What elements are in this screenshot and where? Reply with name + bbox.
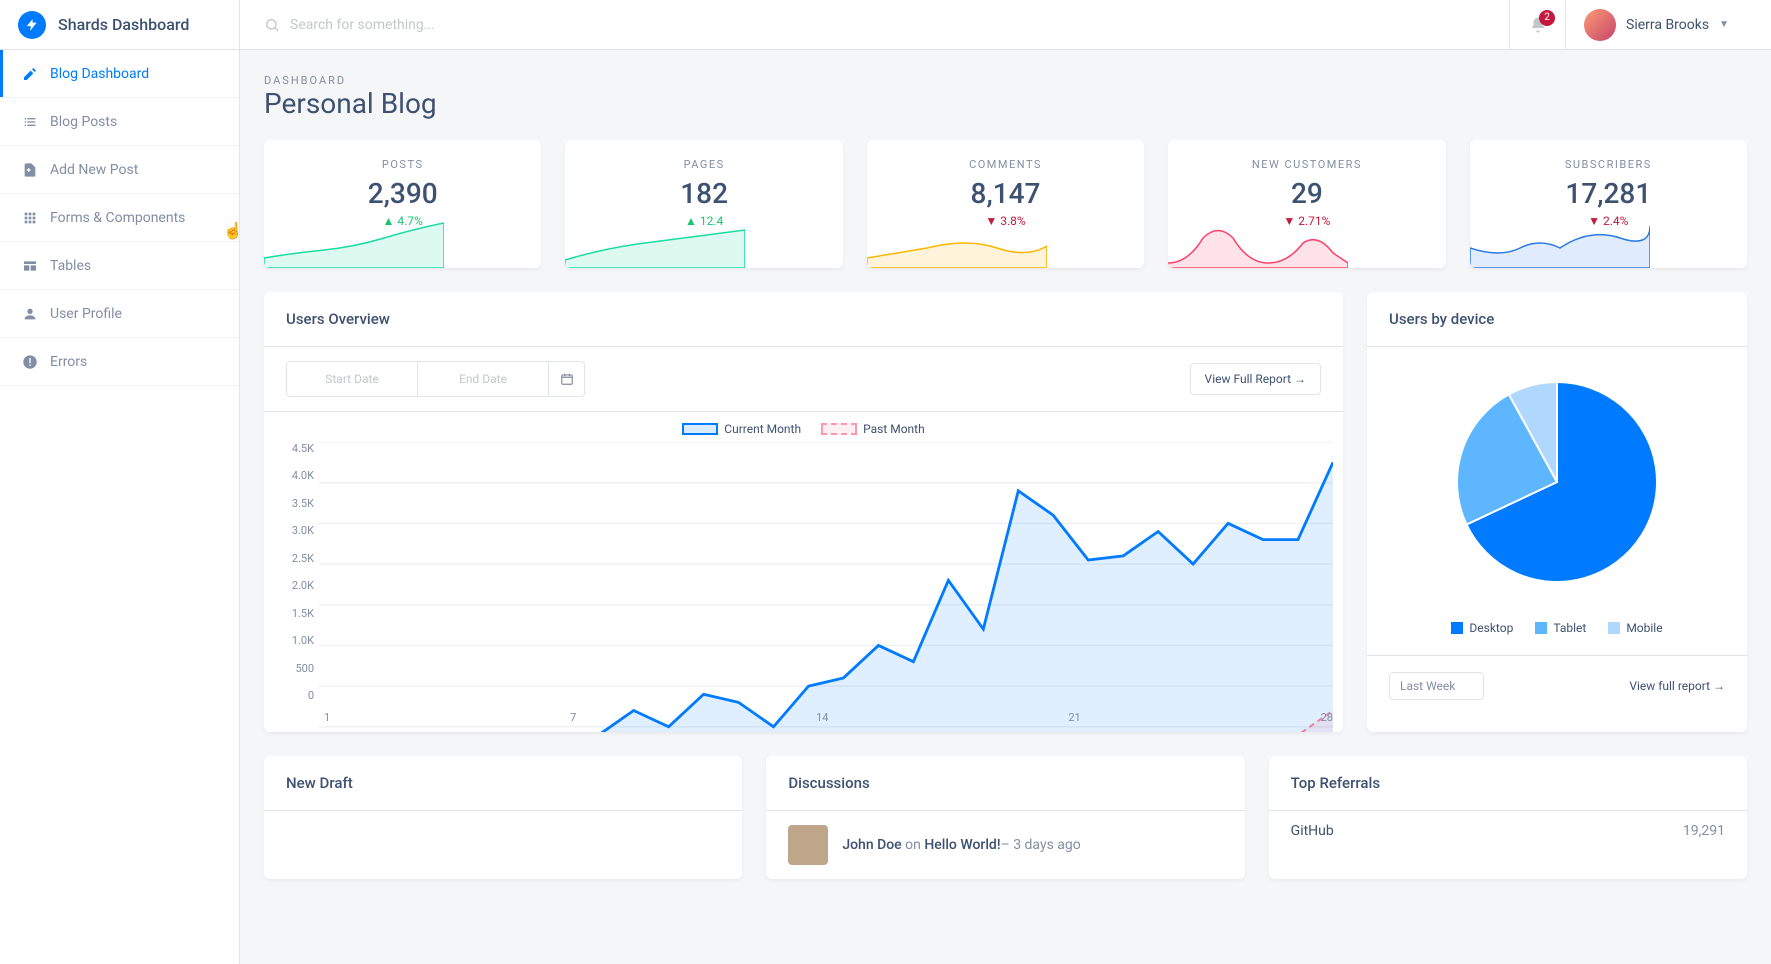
stat-label: PAGES	[565, 158, 842, 171]
referral-name: GitHub	[1291, 823, 1334, 839]
search-icon	[264, 17, 280, 33]
stat-value: 17,281	[1470, 177, 1747, 210]
date-range	[286, 361, 585, 397]
sparkline	[867, 218, 1047, 268]
page-eyebrow: DASHBOARD	[264, 74, 1747, 87]
stat-value: 29	[1168, 177, 1445, 210]
users-overview-card: Users Overview View Full Report → Curren…	[264, 292, 1343, 732]
stat-card-pages: PAGES182▲ 12.4	[565, 140, 842, 268]
user-name: Sierra Brooks	[1626, 17, 1709, 33]
person-icon	[20, 304, 40, 324]
start-date-input[interactable]	[287, 362, 417, 396]
stat-card-new-customers: NEW CUSTOMERS29▼ 2.71%	[1168, 140, 1445, 268]
search	[264, 17, 1509, 33]
chevron-down-icon: ▼	[1719, 19, 1729, 30]
sidebar-item-blog-dashboard[interactable]: Blog Dashboard	[0, 50, 239, 98]
legend-current-swatch	[682, 423, 718, 435]
sidebar-item-label: Blog Posts	[50, 114, 117, 130]
sidebar: Shards Dashboard Blog Dashboard Blog Post…	[0, 0, 240, 964]
stat-card-posts: POSTS2,390▲ 4.7%	[264, 140, 541, 268]
card-title: Top Referrals	[1269, 756, 1747, 811]
sidebar-item-label: User Profile	[50, 306, 122, 322]
stat-label: COMMENTS	[867, 158, 1144, 171]
card-title: Users by device	[1367, 292, 1747, 347]
stat-value: 2,390	[264, 177, 541, 210]
view-full-report-link[interactable]: View full report →	[1629, 679, 1725, 693]
sidebar-item-label: Blog Dashboard	[50, 66, 149, 82]
topbar: 2 Sierra Brooks ▼	[240, 0, 1771, 50]
page-title: Personal Blog	[264, 87, 1747, 120]
sparkline	[565, 218, 745, 268]
legend-past: Past Month	[863, 422, 925, 436]
pie-chart	[1452, 377, 1662, 587]
pie-legend-item: Desktop	[1451, 621, 1513, 635]
notification-badge: 2	[1539, 10, 1555, 26]
sparkline	[264, 218, 444, 268]
sidebar-item-label: Tables	[50, 258, 91, 274]
stat-value: 8,147	[867, 177, 1144, 210]
legend-past-swatch	[821, 423, 857, 435]
discussion-text: John Doe on Hello World!– 3 days ago	[842, 837, 1080, 853]
stat-card-comments: COMMENTS8,147▼ 3.8%	[867, 140, 1144, 268]
sidebar-item-errors[interactable]: Errors	[0, 338, 239, 386]
stat-label: POSTS	[264, 158, 541, 171]
card-title: Discussions	[766, 756, 1244, 811]
overview-toolbar: View Full Report →	[264, 347, 1343, 412]
view-full-report-button[interactable]: View Full Report →	[1190, 363, 1321, 395]
referral-value: 19,291	[1683, 823, 1725, 839]
search-input[interactable]	[290, 17, 590, 33]
sidebar-item-label: Add New Post	[50, 162, 138, 178]
device-range-select[interactable]: Last Week	[1389, 672, 1484, 700]
card-title: New Draft	[264, 756, 742, 811]
sidebar-item-label: Errors	[50, 354, 87, 370]
brand[interactable]: Shards Dashboard	[0, 0, 239, 50]
discussion-item[interactable]: John Doe on Hello World!– 3 days ago	[766, 811, 1244, 879]
sidebar-item-add-new-post[interactable]: Add New Post	[0, 146, 239, 194]
pie-legend-item: Mobile	[1608, 621, 1662, 635]
sparkline	[1168, 218, 1348, 268]
top-referrals-card: Top Referrals GitHub 19,291	[1269, 756, 1747, 879]
list-icon	[20, 112, 40, 132]
main: DASHBOARD Personal Blog POSTS2,390▲ 4.7%…	[240, 50, 1771, 964]
brand-name: Shards Dashboard	[58, 15, 189, 34]
card-title: Users Overview	[264, 292, 1343, 347]
sidebar-item-label: Forms & Components	[50, 210, 185, 226]
grid-icon	[20, 208, 40, 228]
users-by-device-card: Users by device Desktop Tablet Mobile Last…	[1367, 292, 1747, 732]
sparkline	[1470, 218, 1650, 268]
avatar	[1584, 9, 1616, 41]
stat-label: SUBSCRIBERS	[1470, 158, 1747, 171]
legend-current: Current Month	[724, 422, 801, 436]
sidebar-item-blog-posts[interactable]: Blog Posts	[0, 98, 239, 146]
overview-chart: Current Month Past Month 4.5K4.0K3.5K3.0…	[264, 412, 1343, 732]
avatar	[788, 825, 828, 865]
edit-icon	[20, 64, 40, 84]
calendar-icon[interactable]	[548, 362, 584, 396]
sidebar-item-tables[interactable]: Tables	[0, 242, 239, 290]
sidebar-item-user-profile[interactable]: User Profile	[0, 290, 239, 338]
table-icon	[20, 256, 40, 276]
pie-legend-item: Tablet	[1535, 621, 1586, 635]
user-menu[interactable]: Sierra Brooks ▼	[1565, 0, 1747, 50]
stat-label: NEW CUSTOMERS	[1168, 158, 1445, 171]
new-draft-card: New Draft	[264, 756, 742, 879]
note-add-icon	[20, 160, 40, 180]
end-date-input[interactable]	[418, 362, 548, 396]
error-icon	[20, 352, 40, 372]
sidebar-item-forms-components[interactable]: Forms & Components	[0, 194, 239, 242]
brand-logo-icon	[18, 11, 46, 39]
page-header: DASHBOARD Personal Blog	[264, 74, 1747, 120]
stat-value: 182	[565, 177, 842, 210]
notifications-button[interactable]: 2	[1509, 0, 1565, 50]
referral-item: GitHub 19,291	[1269, 811, 1747, 851]
discussions-card: Discussions John Doe on Hello World!– 3 …	[766, 756, 1244, 879]
stat-card-subscribers: SUBSCRIBERS17,281▼ 2.4%	[1470, 140, 1747, 268]
